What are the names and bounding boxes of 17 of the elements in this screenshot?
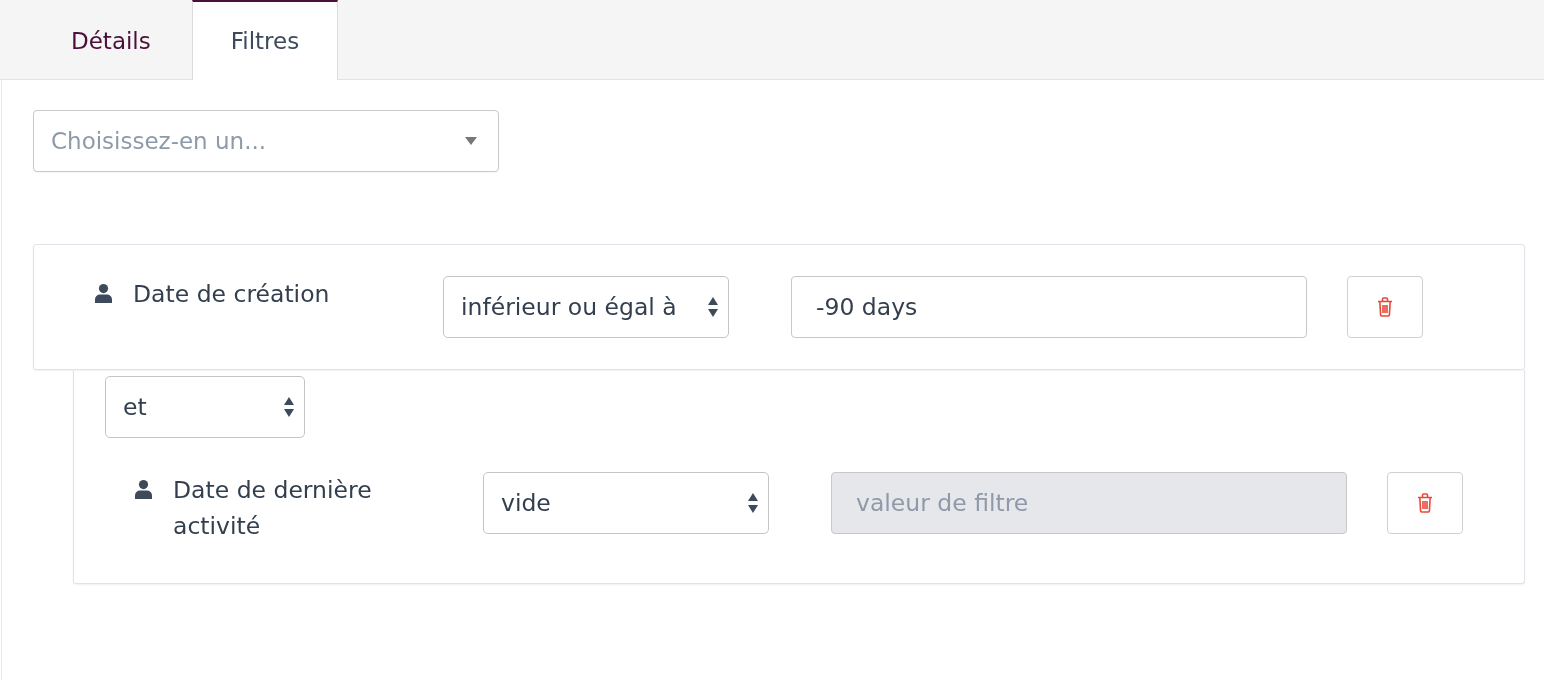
tab[interactable]: Détails <box>30 0 192 80</box>
caret-down-icon <box>465 137 477 145</box>
person-icon <box>135 480 152 499</box>
value-field[interactable]: -90 days <box>791 276 1307 338</box>
updown-caret-icon <box>283 396 295 418</box>
conjunction-select[interactable]: et <box>105 376 305 438</box>
field-label: Date de dernière activité <box>173 475 373 542</box>
updown-caret-icon <box>747 492 759 514</box>
field-label: Date de création <box>133 279 330 310</box>
tab[interactable]: Filtres <box>191 0 339 80</box>
delete-button[interactable] <box>1347 276 1423 338</box>
updown-caret-icon <box>707 296 719 318</box>
trash-icon <box>1417 493 1433 513</box>
trash-icon <box>1377 297 1393 317</box>
delete-button[interactable] <box>1387 472 1463 534</box>
person-icon <box>95 284 112 303</box>
operator-select[interactable]: inférieur ou égal à <box>443 276 729 338</box>
